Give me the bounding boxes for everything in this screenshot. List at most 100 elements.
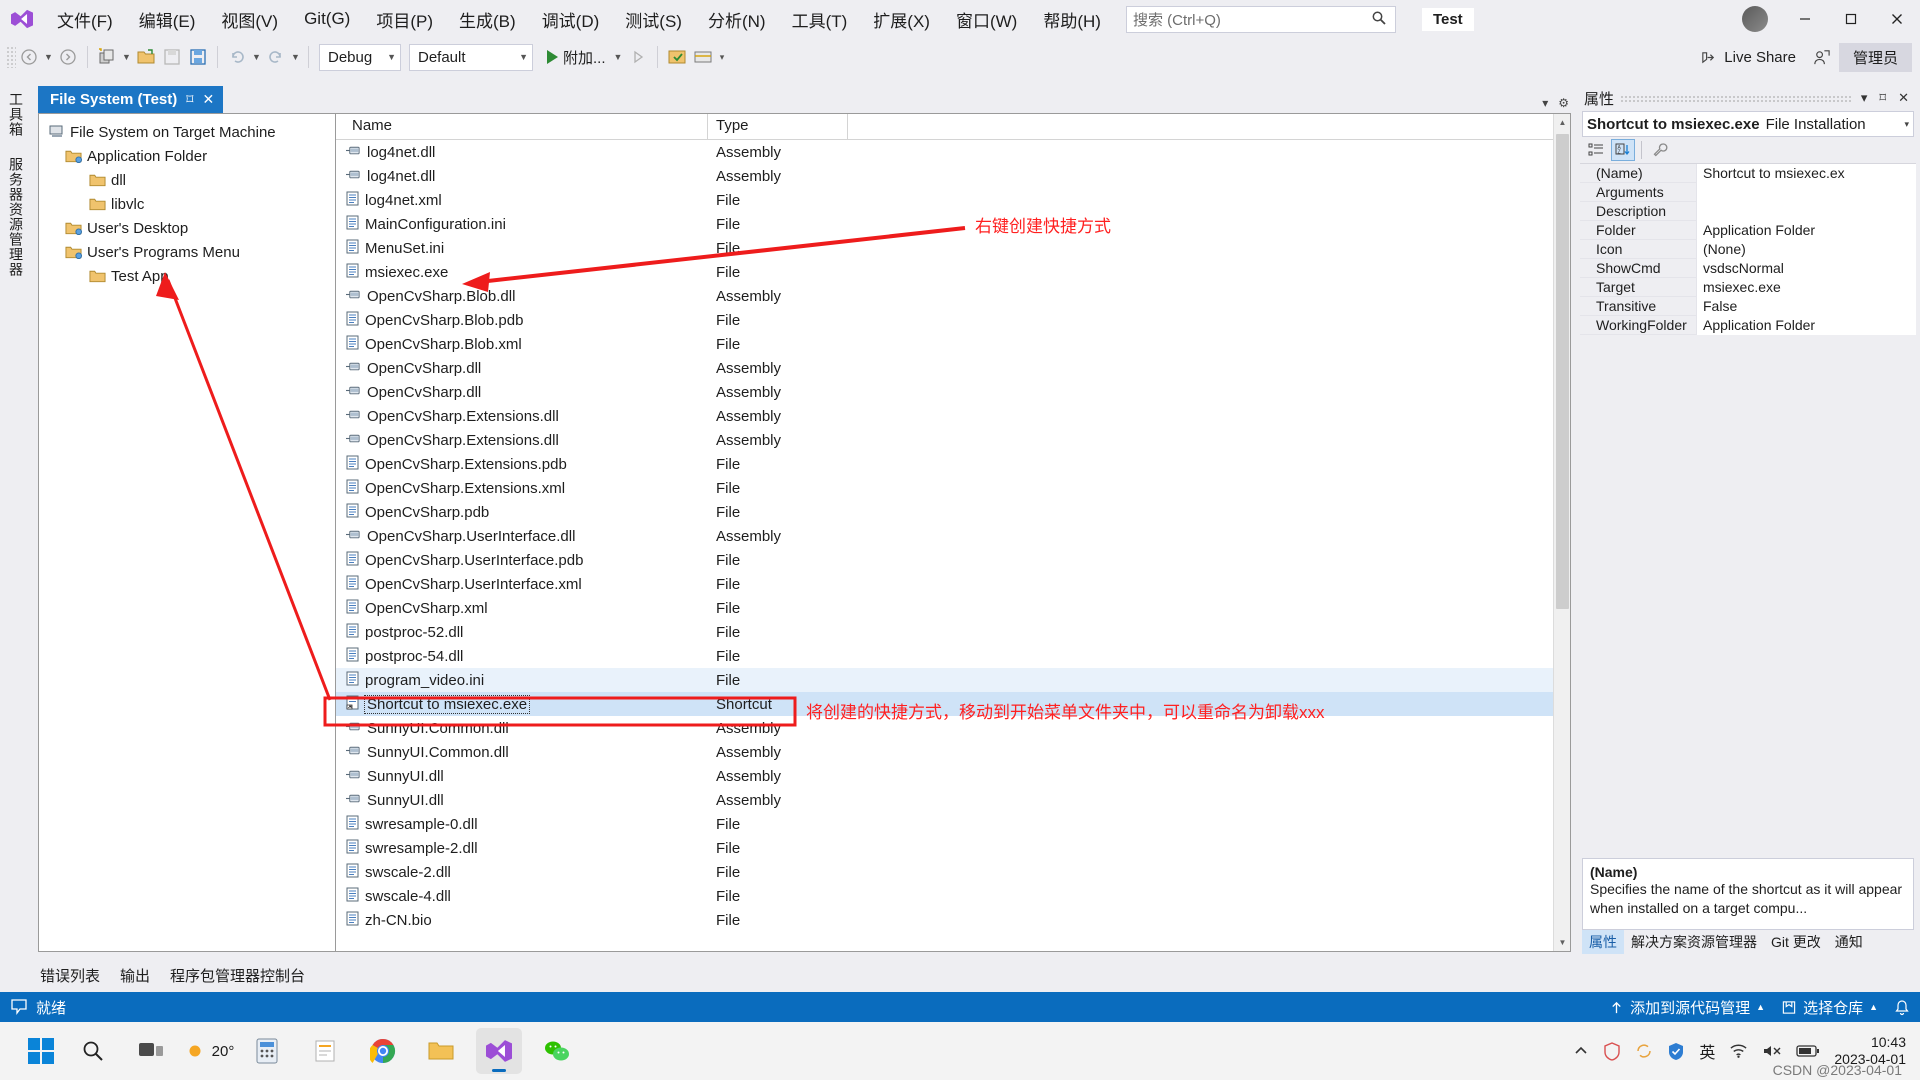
property-value[interactable]: vsdscNormal: [1696, 258, 1916, 278]
property-value[interactable]: Application Folder: [1696, 220, 1916, 240]
taskbar-task-view-button[interactable]: [128, 1028, 174, 1074]
document-settings-gear-icon[interactable]: ⚙: [1558, 96, 1569, 110]
navigate-back-dropdown-icon[interactable]: ▼: [42, 44, 55, 70]
minimize-button[interactable]: [1782, 0, 1828, 38]
scrollbar-thumb[interactable]: [1556, 134, 1569, 609]
property-row[interactable]: Target msiexec.exe: [1580, 277, 1916, 297]
tray-expand-button[interactable]: [1573, 1045, 1589, 1057]
avatar[interactable]: [1742, 6, 1768, 32]
tree-node-users-programs-menu[interactable]: User's Programs Menu: [43, 240, 335, 264]
tray-defender-button[interactable]: [1667, 1042, 1685, 1061]
live-share-button[interactable]: Live Share: [1691, 46, 1805, 69]
sidebar-item-toolbox[interactable]: 工具箱: [0, 82, 32, 147]
table-row[interactable]: OpenCvSharp.Extensions.xml File: [336, 476, 1570, 500]
property-value[interactable]: False: [1696, 296, 1916, 316]
tab-package-manager-console[interactable]: 程序包管理器控制台: [160, 963, 315, 988]
taskbar-visual-studio-button[interactable]: [476, 1028, 522, 1074]
tree-node-target-machine[interactable]: File System on Target Machine: [43, 120, 335, 144]
sidebar-item-server-explorer[interactable]: 服务器资源管理器: [0, 147, 32, 287]
menu-item-file[interactable]: 文件(F): [44, 0, 126, 38]
toolbar-overflow-icon[interactable]: ▾: [716, 44, 729, 70]
tray-volume-button[interactable]: [1762, 1043, 1782, 1059]
account-name-badge[interactable]: 管理员: [1838, 42, 1912, 72]
table-row[interactable]: OpenCvSharp.UserInterface.pdb File: [336, 548, 1570, 572]
column-header-name[interactable]: Name: [336, 114, 708, 139]
menu-item-edit[interactable]: 编辑(E): [126, 0, 209, 38]
redo-dropdown-icon[interactable]: ▼: [289, 44, 302, 70]
property-row[interactable]: Icon (None): [1580, 239, 1916, 259]
property-row[interactable]: WorkingFolder Application Folder: [1580, 315, 1916, 335]
menu-item-view[interactable]: 视图(V): [208, 0, 291, 38]
table-row[interactable]: SunnyUI.dll Assembly: [336, 764, 1570, 788]
property-pages-wrench-icon[interactable]: [1648, 139, 1672, 161]
file-list-scrollbar[interactable]: ▲ ▼: [1553, 114, 1570, 951]
menu-item-debug[interactable]: 调试(D): [529, 0, 613, 38]
tray-input-method-button[interactable]: 英: [1699, 1039, 1715, 1063]
menu-item-git[interactable]: Git(G): [291, 0, 363, 38]
taskbar-search-button[interactable]: [70, 1028, 116, 1074]
new-project-dropdown-icon[interactable]: ▼: [120, 44, 133, 70]
tab-solution-explorer[interactable]: 解决方案资源管理器: [1624, 930, 1764, 954]
undo-dropdown-icon[interactable]: ▼: [250, 44, 263, 70]
property-row[interactable]: Description: [1580, 201, 1916, 221]
table-row[interactable]: OpenCvSharp.UserInterface.dll Assembly: [336, 524, 1570, 548]
table-row[interactable]: swscale-2.dll File: [336, 860, 1570, 884]
table-row[interactable]: OpenCvSharp.Extensions.dll Assembly: [336, 428, 1570, 452]
taskbar-sticky-notes-button[interactable]: [302, 1028, 348, 1074]
save-icon[interactable]: [159, 44, 185, 70]
table-row[interactable]: OpenCvSharp.dll Assembly: [336, 380, 1570, 404]
table-row[interactable]: OpenCvSharp.Extensions.dll Assembly: [336, 404, 1570, 428]
table-row[interactable]: postproc-52.dll File: [336, 620, 1570, 644]
panel-drag-handle[interactable]: [1620, 94, 1852, 102]
table-row[interactable]: log4net.xml File: [336, 188, 1570, 212]
open-file-icon[interactable]: [133, 44, 159, 70]
start-debug-button[interactable]: 附加...: [541, 44, 612, 71]
tree-node-users-desktop[interactable]: User's Desktop: [43, 216, 335, 240]
table-row[interactable]: OpenCvSharp.Blob.xml File: [336, 332, 1570, 356]
tree-node-test-app[interactable]: Test App: [43, 264, 335, 288]
table-row[interactable]: OpenCvSharp.Blob.dll Assembly: [336, 284, 1570, 308]
select-repository-button[interactable]: 选择仓库 ▲: [1781, 997, 1878, 1018]
tab-properties[interactable]: 属性: [1582, 930, 1624, 954]
tab-file-system[interactable]: File System (Test) ⌑ ✕: [38, 86, 224, 113]
menu-item-tools[interactable]: 工具(T): [779, 0, 861, 38]
table-row[interactable]: log4net.dll Assembly: [336, 164, 1570, 188]
table-row[interactable]: swscale-4.dll File: [336, 884, 1570, 908]
table-row[interactable]: MainConfiguration.ini File: [336, 212, 1570, 236]
maximize-button[interactable]: [1828, 0, 1874, 38]
tab-list-dropdown-icon[interactable]: ▾: [1542, 96, 1548, 110]
property-row[interactable]: ShowCmd vsdscNormal: [1580, 258, 1916, 278]
properties-object-selector[interactable]: Shortcut to msiexec.exe File Installatio…: [1582, 111, 1914, 137]
close-icon[interactable]: ✕: [1895, 90, 1912, 106]
property-row[interactable]: Arguments: [1580, 182, 1916, 202]
property-value[interactable]: (None): [1696, 239, 1916, 259]
tab-output[interactable]: 输出: [110, 963, 160, 988]
tree-node-dll[interactable]: dll: [43, 168, 335, 192]
table-row[interactable]: OpenCvSharp.Extensions.pdb File: [336, 452, 1570, 476]
table-row[interactable]: OpenCvSharp.UserInterface.xml File: [336, 572, 1570, 596]
taskbar-chrome-button[interactable]: [360, 1028, 406, 1074]
chevron-down-icon[interactable]: ▾: [1904, 119, 1909, 130]
taskbar-calculator-button[interactable]: [244, 1028, 290, 1074]
property-row[interactable]: Folder Application Folder: [1580, 220, 1916, 240]
tray-battery-button[interactable]: [1796, 1044, 1820, 1058]
undo-icon[interactable]: [224, 44, 250, 70]
notifications-bell-button[interactable]: [1894, 999, 1910, 1016]
property-value[interactable]: [1696, 182, 1916, 202]
tray-sync-button[interactable]: [1635, 1042, 1653, 1060]
tab-git-changes[interactable]: Git 更改: [1764, 930, 1828, 954]
table-row[interactable]: postproc-54.dll File: [336, 644, 1570, 668]
table-row[interactable]: MenuSet.ini File: [336, 236, 1570, 260]
redo-icon[interactable]: [263, 44, 289, 70]
property-value[interactable]: Application Folder: [1696, 315, 1916, 335]
navigate-forward-icon[interactable]: [55, 44, 81, 70]
table-row[interactable]: SunnyUI.dll Assembly: [336, 788, 1570, 812]
build-configuration-select[interactable]: Debug ▼: [319, 43, 401, 71]
property-value[interactable]: [1696, 201, 1916, 221]
pin-icon[interactable]: ⌑: [186, 91, 193, 108]
tray-network-button[interactable]: [1729, 1043, 1748, 1059]
tab-notifications[interactable]: 通知: [1828, 930, 1870, 954]
add-to-source-control-button[interactable]: 添加到源代码管理 ▲: [1609, 997, 1765, 1018]
menu-item-window[interactable]: 窗口(W): [943, 0, 1030, 38]
preview-changes-icon[interactable]: [664, 44, 690, 70]
